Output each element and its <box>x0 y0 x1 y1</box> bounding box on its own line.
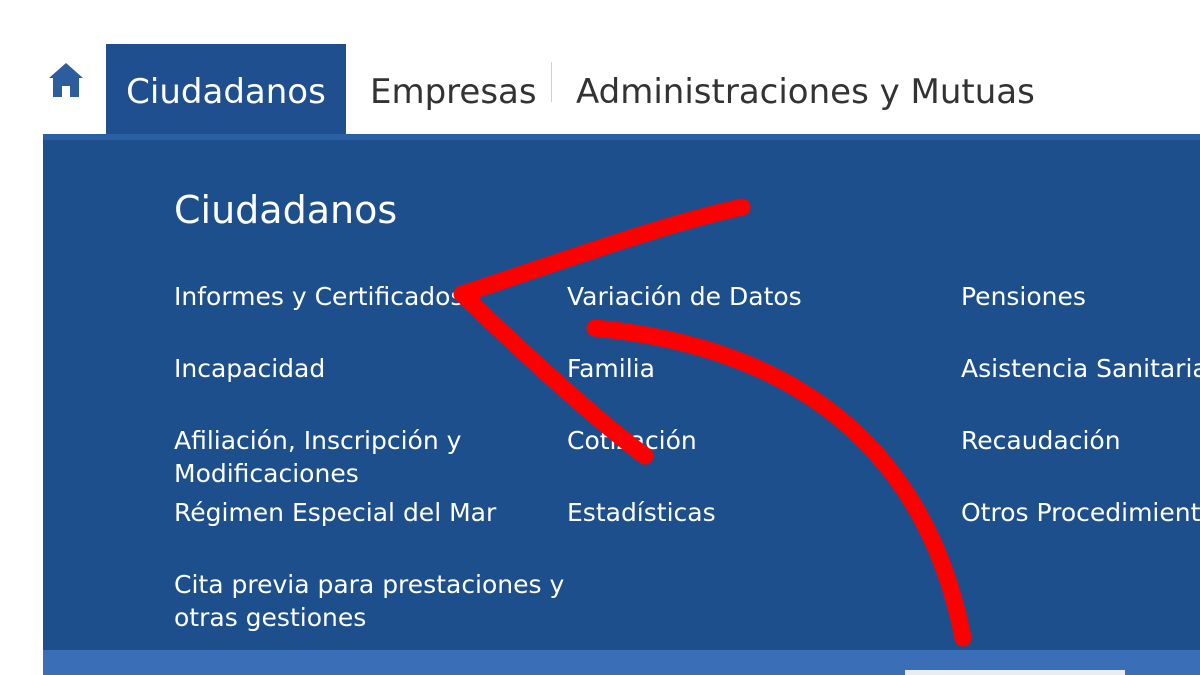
tab-ciudadanos[interactable]: Ciudadanos <box>106 44 346 140</box>
tab-ciudadanos-label: Ciudadanos <box>126 72 326 112</box>
panel-footer-strip <box>43 650 1200 675</box>
menu-link-informes-certificados[interactable]: Informes y Certificados <box>174 280 463 313</box>
tab-administraciones[interactable]: Administraciones y Mutuas <box>576 44 1035 140</box>
menu-link-regimen-mar[interactable]: Régimen Especial del Mar <box>174 496 496 529</box>
menu-link-afiliacion[interactable]: Afiliación, Inscripción y Modificaciones <box>174 424 461 490</box>
tab-empresas[interactable]: Empresas <box>370 44 537 140</box>
menu-link-asistencia-sanitaria[interactable]: Asistencia Sanitaria <box>961 352 1200 385</box>
menu-link-familia[interactable]: Familia <box>567 352 655 385</box>
home-icon <box>49 63 83 97</box>
menu-link-recaudacion[interactable]: Recaudación <box>961 424 1121 457</box>
menu-link-pensiones[interactable]: Pensiones <box>961 280 1086 313</box>
tab-empresas-label: Empresas <box>370 72 537 112</box>
menu-link-cotizacion[interactable]: Cotización <box>567 424 697 457</box>
tab-administraciones-label: Administraciones y Mutuas <box>576 72 1035 112</box>
menu-link-otros-procedimientos[interactable]: Otros Procedimientos <box>961 496 1200 529</box>
menu-link-cita-previa[interactable]: Cita previa para prestaciones y otras ge… <box>174 568 564 634</box>
home-button[interactable] <box>46 60 86 100</box>
panel-title: Ciudadanos <box>174 188 398 232</box>
tab-divider <box>551 62 552 102</box>
footer-highlight <box>905 670 1125 675</box>
menu-link-estadisticas[interactable]: Estadísticas <box>567 496 716 529</box>
screenshot-stage: Ciudadanos Empresas Administraciones y M… <box>0 0 1200 675</box>
menu-link-variacion-datos[interactable]: Variación de Datos <box>567 280 802 313</box>
menu-link-incapacidad[interactable]: Incapacidad <box>174 352 325 385</box>
